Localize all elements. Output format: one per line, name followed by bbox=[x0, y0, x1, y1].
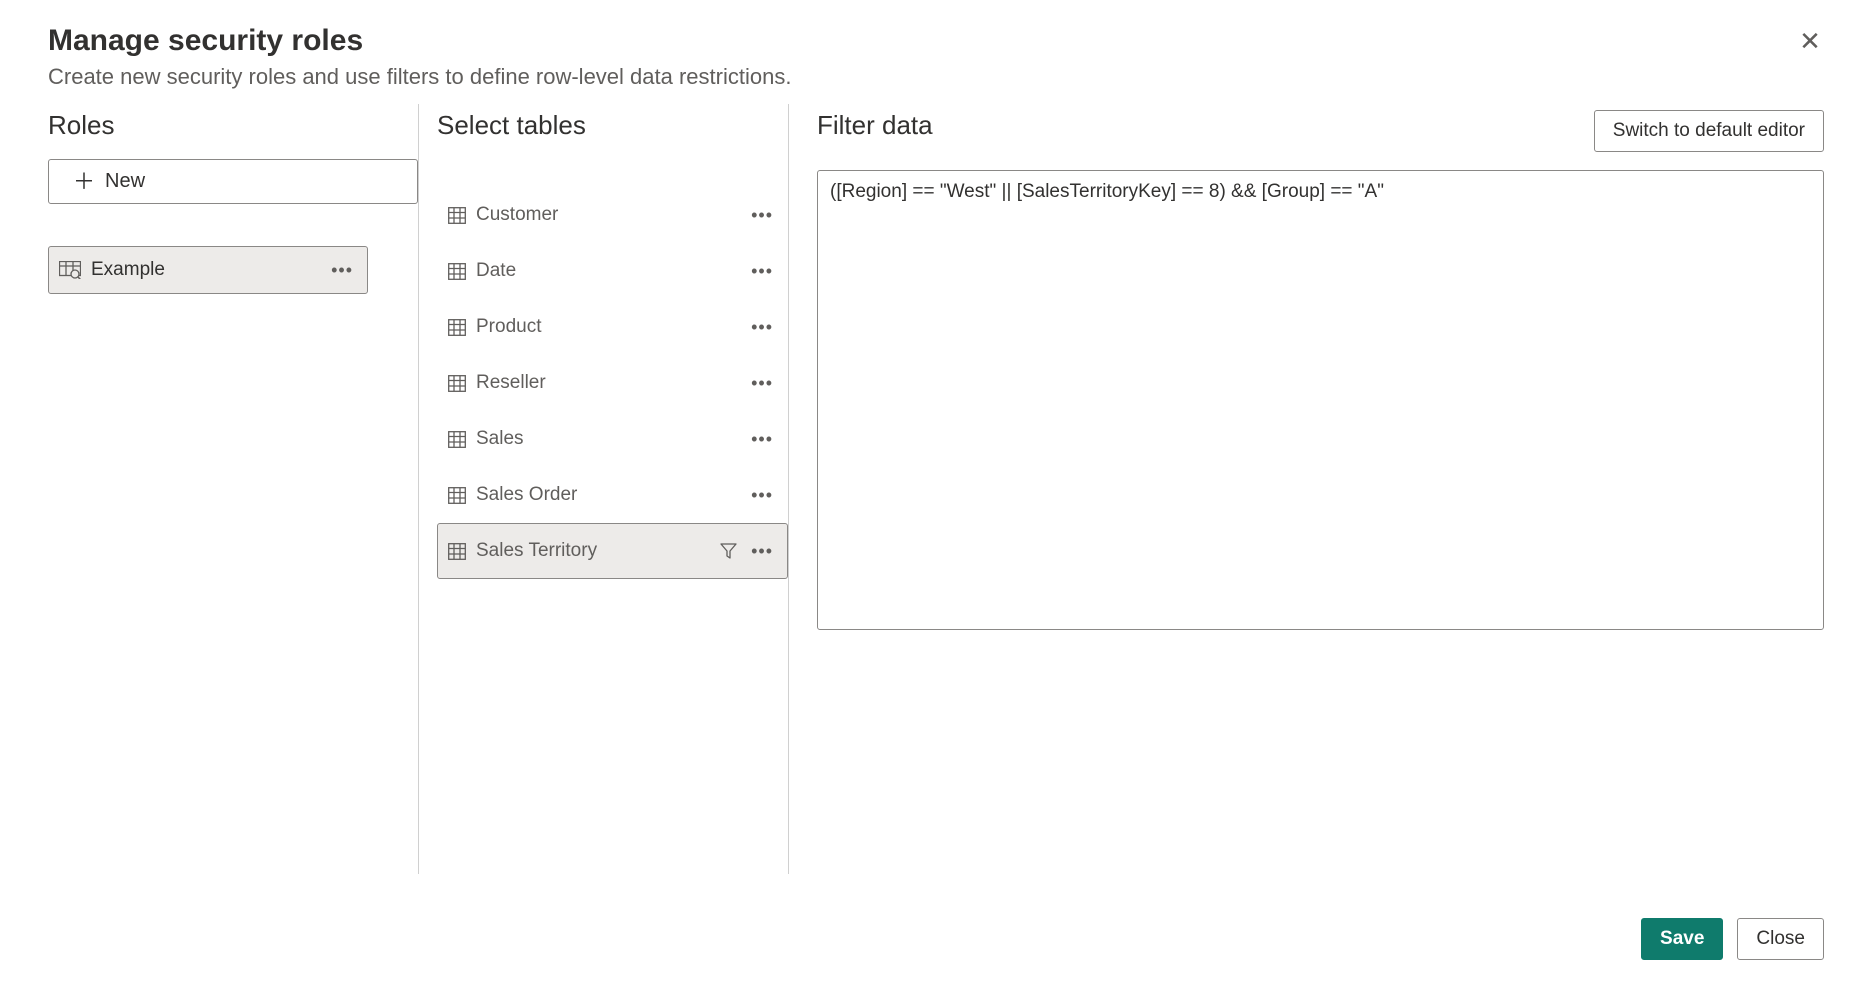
plus-icon: ＋ bbox=[73, 172, 95, 192]
role-icon bbox=[59, 261, 81, 279]
table-item[interactable]: Date ••• bbox=[437, 243, 788, 299]
table-icon bbox=[448, 263, 466, 280]
filter-panel: Filter data Switch to default editor bbox=[788, 104, 1824, 874]
table-item[interactable]: Sales Order ••• bbox=[437, 467, 788, 523]
tables-panel: Select tables Customer ••• Date ••• Product •… bbox=[418, 104, 788, 874]
table-item-label: Sales Order bbox=[476, 484, 577, 506]
role-item-label: Example bbox=[91, 259, 165, 281]
filter-icon bbox=[720, 543, 737, 560]
table-more-icon[interactable]: ••• bbox=[747, 320, 777, 334]
filter-expression-input[interactable] bbox=[817, 170, 1824, 630]
dialog-subtitle: Create new security roles and use filter… bbox=[48, 64, 1824, 90]
table-more-icon[interactable]: ••• bbox=[747, 264, 777, 278]
close-button[interactable]: Close bbox=[1737, 918, 1824, 960]
table-icon bbox=[448, 431, 466, 448]
table-item-label: Sales bbox=[476, 428, 524, 450]
body-columns: Roles ＋ New Example ••• bbox=[48, 104, 1824, 874]
filter-heading: Filter data bbox=[817, 110, 933, 141]
new-role-label: New bbox=[105, 170, 145, 193]
table-icon bbox=[448, 543, 466, 560]
table-item-label: Reseller bbox=[476, 372, 546, 394]
save-button[interactable]: Save bbox=[1641, 918, 1723, 960]
table-icon bbox=[448, 207, 466, 224]
new-role-button[interactable]: ＋ New bbox=[48, 159, 418, 204]
table-item-label: Product bbox=[476, 316, 541, 338]
table-icon bbox=[448, 375, 466, 392]
switch-to-default-editor-button[interactable]: Switch to default editor bbox=[1594, 110, 1824, 152]
roles-panel: Roles ＋ New Example ••• bbox=[48, 104, 418, 874]
tables-list: Customer•••Date•••Product•••Reseller•••S… bbox=[437, 187, 788, 579]
table-more-icon[interactable]: ••• bbox=[747, 544, 777, 558]
table-item[interactable]: Sales Territory ••• bbox=[437, 523, 788, 579]
table-more-icon[interactable]: ••• bbox=[747, 208, 777, 222]
table-item-label: Customer bbox=[476, 204, 558, 226]
manage-security-roles-dialog: Manage security roles ✕ Create new secur… bbox=[0, 0, 1872, 984]
table-icon bbox=[448, 319, 466, 336]
table-item[interactable]: Sales ••• bbox=[437, 411, 788, 467]
role-more-icon[interactable]: ••• bbox=[327, 263, 357, 277]
roles-heading: Roles bbox=[48, 110, 418, 141]
tables-heading: Select tables bbox=[437, 110, 788, 141]
table-icon bbox=[448, 487, 466, 504]
table-more-icon[interactable]: ••• bbox=[747, 488, 777, 502]
table-item-label: Date bbox=[476, 260, 516, 282]
table-more-icon[interactable]: ••• bbox=[747, 432, 777, 446]
dialog-title: Manage security roles bbox=[48, 24, 1824, 58]
table-item-label: Sales Territory bbox=[476, 540, 597, 562]
table-item[interactable]: Product ••• bbox=[437, 299, 788, 355]
role-item[interactable]: Example ••• bbox=[48, 246, 368, 294]
close-icon[interactable]: ✕ bbox=[1796, 30, 1824, 58]
table-item[interactable]: Reseller ••• bbox=[437, 355, 788, 411]
dialog-footer: Save Close bbox=[1641, 918, 1824, 960]
dialog-header: Manage security roles ✕ Create new secur… bbox=[48, 24, 1824, 90]
table-more-icon[interactable]: ••• bbox=[747, 376, 777, 390]
table-item[interactable]: Customer ••• bbox=[437, 187, 788, 243]
